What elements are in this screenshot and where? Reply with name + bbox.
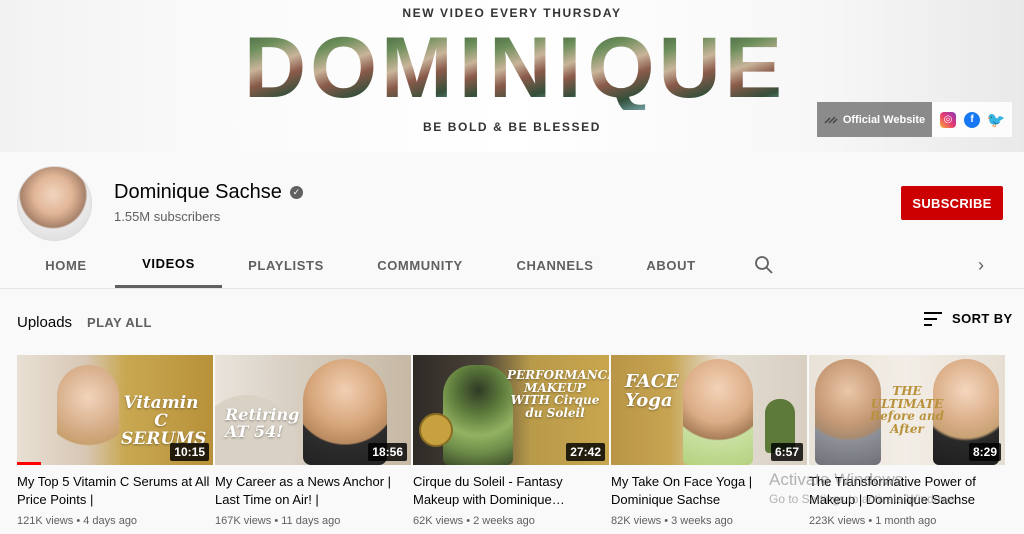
- social-links: ◎ f 🐦: [932, 102, 1012, 137]
- video-duration: 8:29: [968, 443, 1001, 461]
- video-duration: 18:56: [368, 443, 407, 461]
- tab-home[interactable]: HOME: [32, 242, 100, 288]
- video-age: 1 month ago: [875, 515, 937, 527]
- video-meta: 167K views • 11 days ago: [215, 515, 341, 527]
- video-card[interactable]: FACE Yoga 6:57 My Take On Face Yoga | Do…: [611, 355, 807, 527]
- video-title[interactable]: The Transformative Power of Makeup | Dom…: [809, 473, 1005, 509]
- video-title[interactable]: Cirque du Soleil - Fantasy Makeup with D…: [413, 473, 609, 509]
- video-views: 223K views: [809, 515, 866, 527]
- thumbnail-caption: PERFORMANCE MAKEUP WITH Cirque du Soleil: [507, 368, 609, 420]
- subscriber-count: 1.55M subscribers: [114, 209, 221, 224]
- sort-by-button[interactable]: SORT BY: [924, 311, 1013, 326]
- video-age: 11 days ago: [281, 515, 341, 527]
- chevron-right-icon[interactable]: ›: [972, 254, 990, 276]
- watch-progress: [17, 462, 41, 465]
- thumbnail-caption: FACE Yoga: [625, 371, 679, 411]
- video-title[interactable]: My Top 5 Vitamin C Serums at All Price P…: [17, 473, 213, 509]
- play-all-button[interactable]: PLAY ALL: [87, 315, 152, 330]
- banner-wordmark: D O M I N I Q U E: [244, 20, 782, 116]
- official-website-link[interactable]: Official Website: [817, 102, 932, 137]
- banner-letter: I: [457, 25, 485, 111]
- banner-letter: Q: [587, 20, 655, 116]
- official-website-label: Official Website: [842, 113, 926, 126]
- thumbnail-caption: Retiring AT 54!: [225, 405, 300, 441]
- tab-channels[interactable]: CHANNELS: [505, 242, 605, 288]
- video-views: 82K views: [611, 515, 662, 527]
- video-age: 4 days ago: [83, 515, 138, 527]
- banner-letter: N: [489, 20, 552, 116]
- video-card[interactable]: Retiring AT 54! 18:56 My Career as a New…: [215, 355, 411, 527]
- video-age: 2 weeks ago: [473, 515, 535, 527]
- video-title[interactable]: My Career as a News Anchor | Last Time o…: [215, 473, 411, 509]
- video-meta: 121K views • 4 days ago: [17, 515, 138, 527]
- video-thumbnail[interactable]: THE ULTIMATE Before and After 8:29: [809, 355, 1005, 465]
- video-duration: 10:15: [170, 443, 209, 461]
- sort-icon: [924, 311, 942, 326]
- tab-playlists[interactable]: PLAYLISTS: [236, 242, 336, 288]
- video-duration: 27:42: [566, 443, 605, 461]
- banner-links: Official Website ◎ f 🐦: [817, 102, 1012, 137]
- banner-letter: D: [244, 20, 307, 116]
- link-icon: [824, 115, 838, 124]
- video-age: 3 weeks ago: [671, 515, 733, 527]
- video-meta: 82K views • 3 weeks ago: [611, 515, 733, 527]
- facebook-icon[interactable]: f: [964, 111, 980, 128]
- channel-header: Dominique Sachse ✓ 1.55M subscribers SUB…: [0, 152, 1024, 288]
- search-icon[interactable]: [753, 254, 775, 276]
- channel-tabs: HOME VIDEOS PLAYLISTS COMMUNITY CHANNELS…: [0, 242, 1024, 288]
- channel-banner: NEW VIDEO EVERY THURSDAY D O M I N I Q U…: [0, 0, 1024, 152]
- tab-community[interactable]: COMMUNITY: [364, 242, 476, 288]
- thumbnail-caption: Vitamin C SERUMS: [121, 393, 207, 449]
- banner-letter: U: [658, 20, 721, 116]
- twitter-icon[interactable]: 🐦: [987, 112, 1006, 129]
- banner-letter: O: [310, 20, 378, 116]
- banner-tagline-top: NEW VIDEO EVERY THURSDAY: [402, 6, 622, 20]
- video-meta: 223K views • 1 month ago: [809, 515, 937, 527]
- channel-name: Dominique Sachse ✓: [114, 181, 303, 204]
- video-views: 62K views: [413, 515, 464, 527]
- banner-letter: M: [381, 20, 453, 116]
- channel-avatar[interactable]: [17, 166, 92, 241]
- video-thumbnail[interactable]: Vitamin C SERUMS 10:15: [17, 355, 213, 465]
- uploads-title: Uploads: [17, 314, 73, 331]
- sort-by-label: SORT BY: [952, 311, 1013, 326]
- tab-about[interactable]: ABOUT: [636, 242, 706, 288]
- subscribe-button[interactable]: SUBSCRIBE: [901, 186, 1003, 220]
- tab-videos[interactable]: VIDEOS: [115, 242, 222, 288]
- video-thumbnail[interactable]: FACE Yoga 6:57: [611, 355, 807, 465]
- video-title[interactable]: My Take On Face Yoga | Dominique Sachse: [611, 473, 807, 509]
- banner-letter: E: [724, 20, 782, 116]
- thumbnail-caption: THE ULTIMATE Before and After: [870, 384, 944, 436]
- video-meta: 62K views • 2 weeks ago: [413, 515, 535, 527]
- channel-name-text: Dominique Sachse: [114, 181, 282, 203]
- verified-icon: ✓: [289, 186, 303, 199]
- video-thumbnail[interactable]: PERFORMANCE MAKEUP WITH Cirque du Soleil…: [413, 355, 609, 465]
- video-thumbnail[interactable]: Retiring AT 54! 18:56: [215, 355, 411, 465]
- video-card[interactable]: Vitamin C SERUMS 10:15 My Top 5 Vitamin …: [17, 355, 213, 527]
- uploads-section: Uploads PLAY ALL SORT BY Vitamin C SERUM…: [0, 288, 1024, 534]
- instagram-icon[interactable]: ◎: [940, 111, 956, 128]
- video-views: 121K views: [17, 515, 74, 527]
- video-card[interactable]: THE ULTIMATE Before and After 8:29 The T…: [809, 355, 1005, 527]
- video-card[interactable]: PERFORMANCE MAKEUP WITH Cirque du Soleil…: [413, 355, 609, 527]
- video-views: 167K views: [215, 515, 272, 527]
- banner-letter: I: [555, 25, 583, 111]
- video-duration: 6:57: [770, 443, 803, 461]
